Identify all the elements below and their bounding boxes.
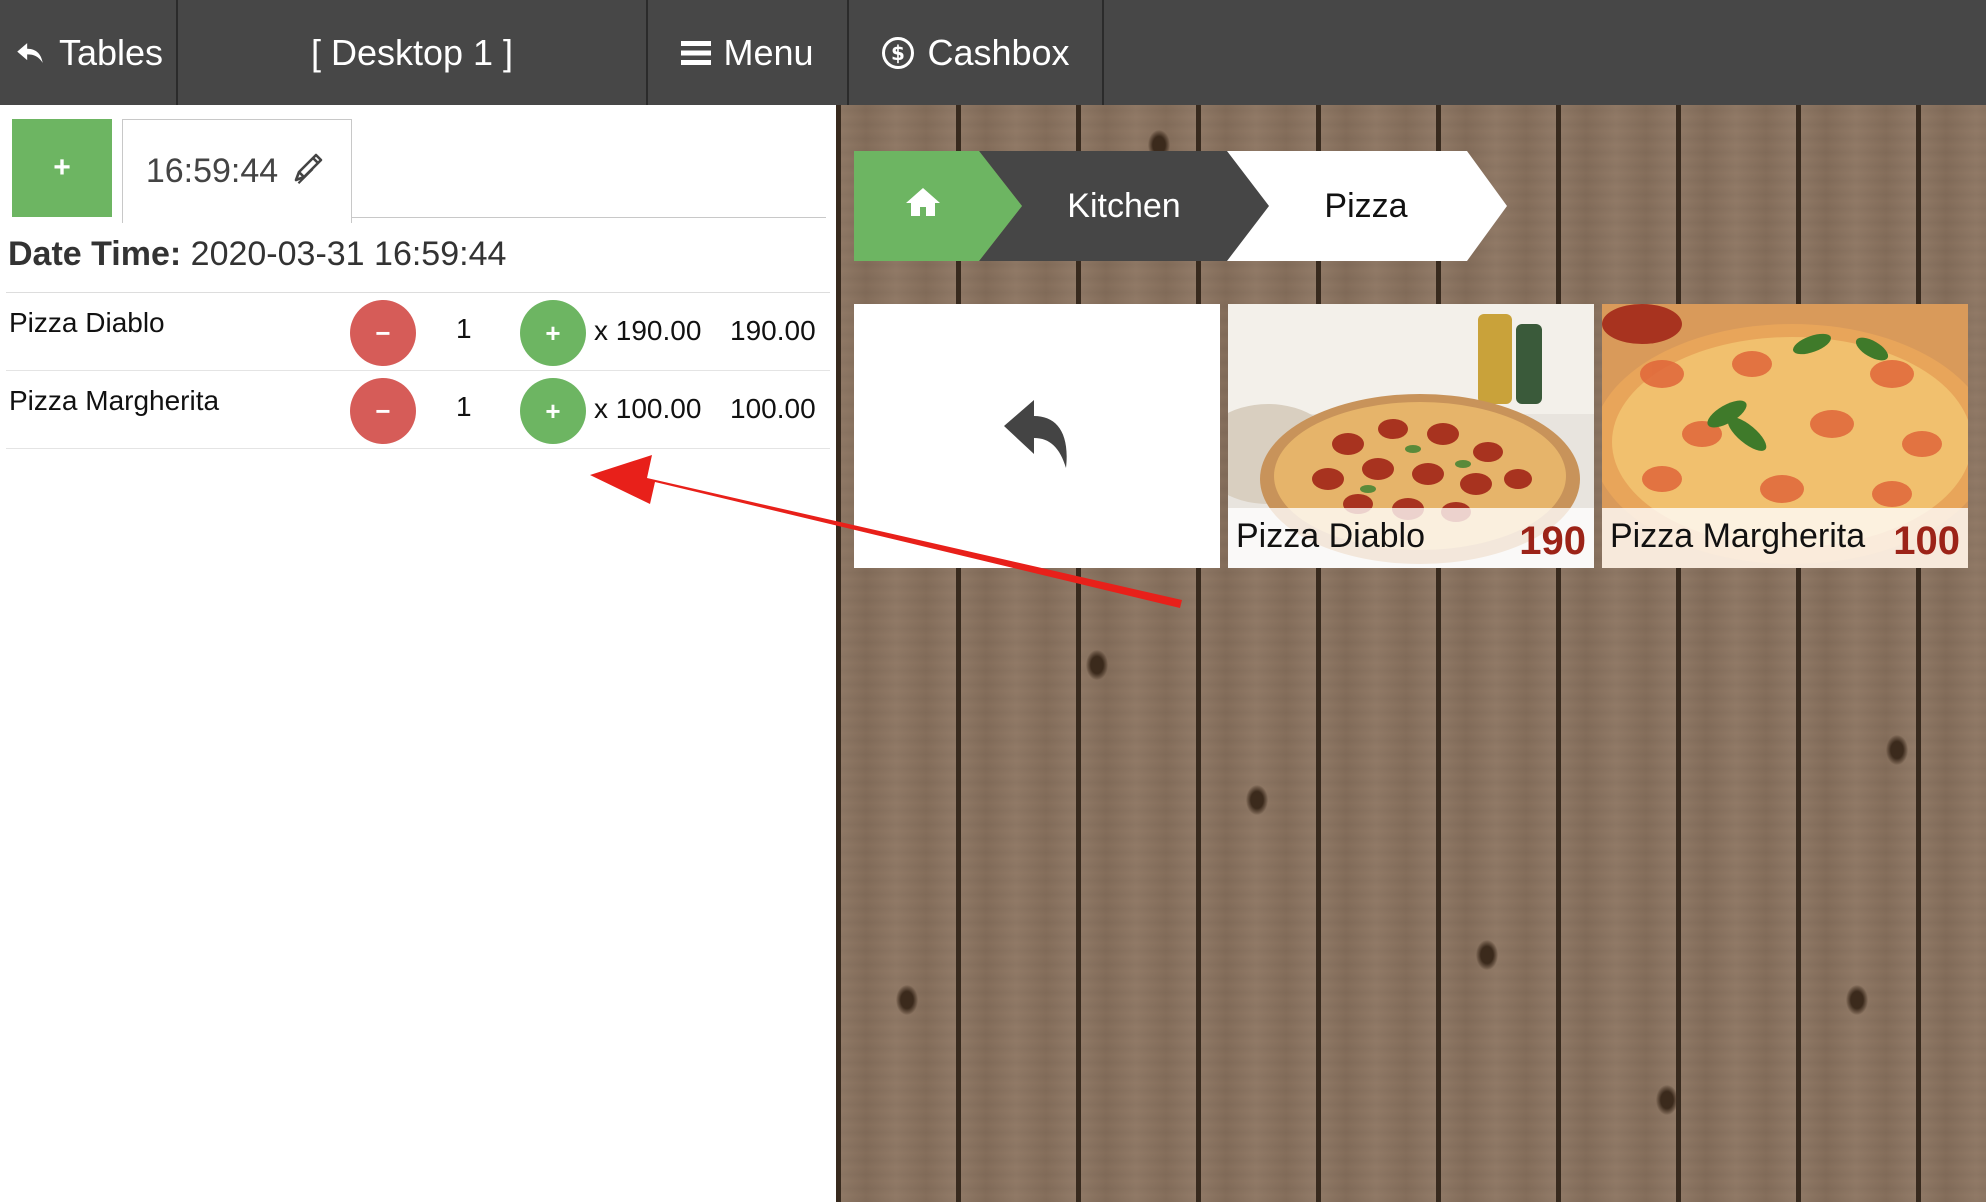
datetime-value: 2020-03-31 16:59:44 <box>190 235 507 273</box>
product-tile-pizza-margherita[interactable]: Pizza Margherita 100 <box>1602 304 1968 568</box>
home-icon <box>904 185 942 228</box>
order-datetime: Date Time: 2020-03-31 16:59:44 <box>8 235 506 274</box>
order-tab-active[interactable]: 16:59:44 <box>122 119 352 223</box>
order-item-unit-price: x 100.00 <box>594 393 702 424</box>
product-tile-pizza-diablo[interactable]: Pizza Diablo 190 <box>1228 304 1594 568</box>
undo-arrow-icon <box>1000 396 1074 477</box>
cashbox-button[interactable]: $ Cashbox <box>849 0 1104 105</box>
increase-quantity-button[interactable]: + <box>520 378 586 444</box>
breadcrumb-kitchen-label: Kitchen <box>1067 186 1181 225</box>
cashbox-label: Cashbox <box>927 31 1070 73</box>
wood-knot <box>1246 785 1268 815</box>
wood-knot <box>1886 735 1908 765</box>
wood-knot <box>896 985 918 1015</box>
product-price: 100 <box>1893 519 1960 563</box>
add-order-tab-button[interactable]: + <box>12 119 112 217</box>
top-bar: Tables [ Desktop 1 ] Menu $ Cashbox <box>0 0 1986 105</box>
order-item-quantity: 1 <box>456 391 472 422</box>
decrease-quantity-button[interactable]: − <box>350 300 416 366</box>
dollar-circle-icon: $ <box>881 36 915 70</box>
tab-divider <box>352 217 826 218</box>
tables-label: Tables <box>58 31 164 73</box>
order-item-name: Pizza Diablo <box>9 307 165 338</box>
desktop-selector[interactable]: [ Desktop 1 ] <box>178 0 648 105</box>
wood-knot <box>1086 650 1108 680</box>
breadcrumb-kitchen[interactable]: Kitchen <box>979 151 1269 261</box>
order-item-row: Pizza Diablo − 1 + x 190.00 190.00 <box>6 293 830 371</box>
product-name: Pizza Diablo <box>1236 517 1425 555</box>
product-name: Pizza Margherita <box>1610 517 1866 555</box>
order-tab-time: 16:59:44 <box>145 152 279 190</box>
datetime-label: Date Time: <box>8 235 182 273</box>
order-item-total: 190.00 <box>730 315 816 346</box>
increase-quantity-button[interactable]: + <box>520 300 586 366</box>
desktop-label: [ Desktop 1 ] <box>310 31 514 73</box>
wood-knot <box>1656 1085 1678 1115</box>
wood-knot <box>1846 985 1868 1015</box>
breadcrumb-pizza-label: Pizza <box>1324 186 1408 225</box>
order-item-total: 100.00 <box>730 393 816 424</box>
order-item-row: Pizza Margherita − 1 + x 100.00 100.00 <box>6 371 830 449</box>
order-item-unit-price: x 190.00 <box>594 315 702 346</box>
category-breadcrumb: Kitchen Pizza <box>854 151 1514 261</box>
wood-knot <box>1476 940 1498 970</box>
pencil-icon[interactable] <box>290 148 328 195</box>
decrease-quantity-button[interactable]: − <box>350 378 416 444</box>
product-price: 190 <box>1519 519 1586 563</box>
hamburger-icon <box>681 40 712 66</box>
order-item-quantity: 1 <box>456 313 472 344</box>
order-panel: + 16:59:44 Date Time: 2020-03-31 16:59:4… <box>0 105 836 1202</box>
product-browser: Kitchen Pizza Pizza Diablo 190 Pizza Mar… <box>836 105 1986 1202</box>
back-arrow-icon <box>13 36 47 70</box>
tables-button[interactable]: Tables <box>0 0 178 105</box>
order-item-name: Pizza Margherita <box>9 385 220 416</box>
svg-text:$: $ <box>891 41 905 65</box>
back-category-tile[interactable] <box>854 304 1220 568</box>
menu-label: Menu <box>723 31 814 73</box>
menu-button[interactable]: Menu <box>648 0 849 105</box>
